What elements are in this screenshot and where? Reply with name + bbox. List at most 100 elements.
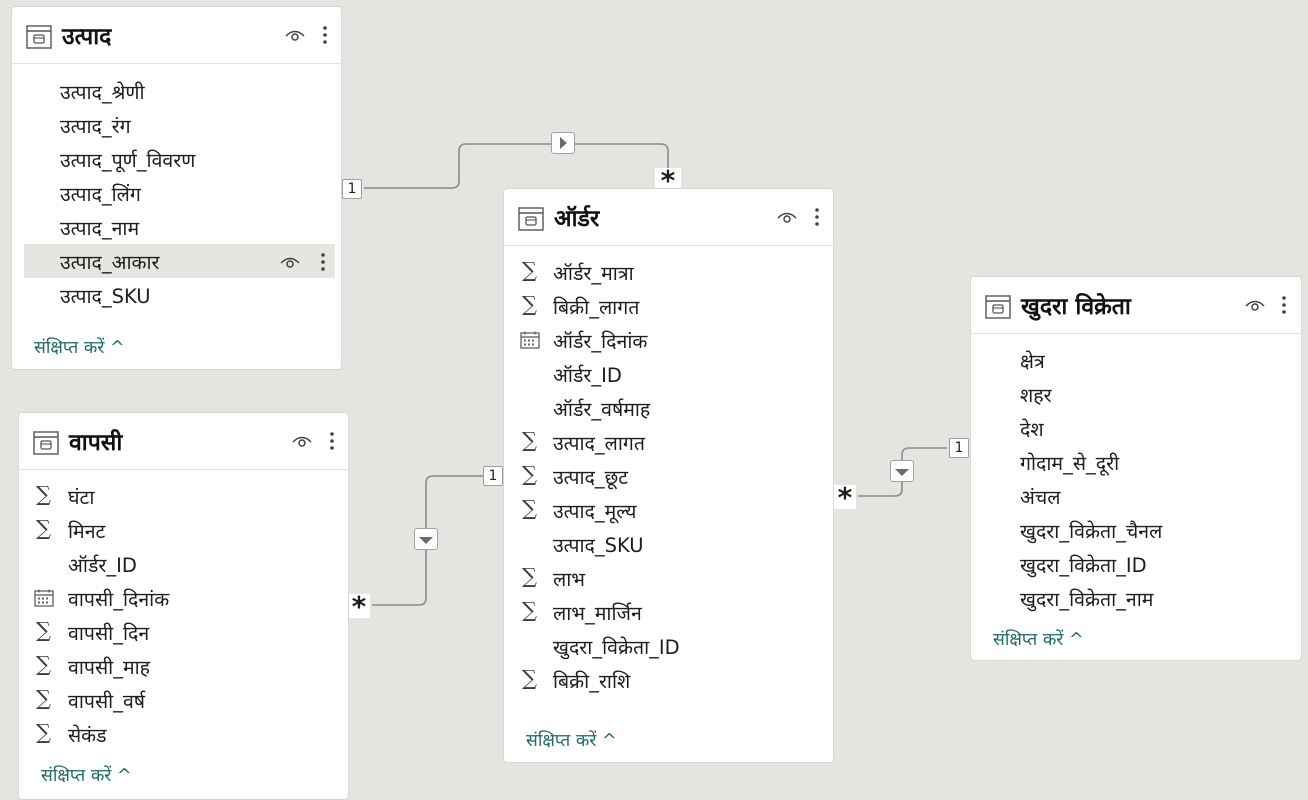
field-label: क्षेत्र [1020,350,1045,373]
field-label: शहर [1020,384,1052,407]
field-label: उत्पाद_आकार [60,251,160,274]
sigma-icon: ∑ [522,292,537,316]
field-row[interactable]: उत्पाद_लिंग [24,176,335,210]
field-label: अंचल [1020,486,1061,509]
table-header[interactable]: उत्पाद [12,7,341,64]
table-card-returns[interactable]: वापसी ∑ घंटा ∑ मिनट ऑर्डर_ID वापसी_दिनांक … [19,413,348,799]
filter-direction-arrow-icon[interactable] [551,132,575,154]
collapse-link[interactable]: संक्षिप्त करें ^ [526,728,617,752]
table-title: ऑर्डर [554,206,600,232]
field-label: खुदरा_विक्रेता_नाम [1020,588,1154,611]
field-row[interactable]: ∑ वापसी_माह [31,649,342,683]
more-options-icon[interactable] [321,23,329,47]
field-label: वापसी_माह [68,656,151,679]
field-row[interactable]: उत्पाद_SKU [516,527,827,561]
filter-direction-down-icon[interactable] [414,528,438,550]
field-row[interactable]: ऑर्डर_ID [516,357,827,391]
field-row[interactable]: ∑ बिक्री_लागत [516,289,827,323]
field-row[interactable]: खुदरा_विक्रेता_ID [516,629,827,663]
field-label: मिनट [68,520,106,543]
field-row[interactable]: ∑ उत्पाद_लागत [516,425,827,459]
field-row[interactable]: ∑ लाभ [516,561,827,595]
field-row[interactable]: ∑ उत्पाद_मूल्य [516,493,827,527]
field-row[interactable]: ∑ घंटा [31,479,342,513]
field-label: उत्पाद_लिंग [60,183,141,206]
filter-direction-down-icon[interactable] [890,460,914,482]
field-row[interactable]: गोदाम_से_दूरी [983,445,1295,479]
field-row[interactable]: देश [983,411,1295,445]
field-label: वापसी_वर्ष [68,690,146,713]
table-card-product[interactable]: उत्पाद उत्पाद_श्रेणी उत्पाद_रंग उत्पाद_प… [12,7,341,369]
field-row[interactable]: ∑ ऑर्डर_मात्रा [516,255,827,289]
table-card-order[interactable]: ऑर्डर ∑ ऑर्डर_मात्रा ∑ बिक्री_लागत ऑर्डर_द… [504,189,833,762]
table-header[interactable]: वापसी [19,413,348,470]
field-row[interactable]: ∑ वापसी_दिन [31,615,342,649]
field-label: उत्पाद_रंग [60,115,131,138]
table-icon [26,25,52,49]
eye-icon[interactable] [279,254,301,270]
field-label: ऑर्डर_दिनांक [553,330,648,353]
field-label: उत्पाद_छूट [553,466,629,489]
field-row[interactable]: उत्पाद_पूर्ण_विवरण [24,142,335,176]
field-label: देश [1020,418,1044,441]
field-label: वापसी_दिनांक [68,588,170,611]
field-row[interactable]: ऑर्डर_ID [31,547,342,581]
more-options-icon[interactable] [1280,293,1288,317]
collapse-link[interactable]: संक्षिप्त करें ^ [34,335,125,359]
field-row[interactable]: उत्पाद_श्रेणी [24,74,335,108]
field-row[interactable]: ऑर्डर_दिनांक [516,323,827,357]
sigma-icon: ∑ [36,618,51,642]
field-row[interactable]: क्षेत्र [983,343,1295,377]
field-row[interactable]: खुदरा_विक्रेता_चैनल [983,513,1295,547]
more-options-icon[interactable] [328,429,336,453]
sigma-icon: ∑ [36,516,51,540]
field-row[interactable]: ऑर्डर_वर्षमाह [516,391,827,425]
eye-icon[interactable] [291,433,313,449]
sigma-icon: ∑ [36,686,51,710]
field-label: सेकंड [68,724,107,747]
field-row[interactable]: ∑ सेकंड [31,717,342,751]
field-row[interactable]: ∑ बिक्री_राशि [516,663,827,697]
field-row[interactable]: खुदरा_विक्रेता_नाम [983,581,1295,615]
field-row[interactable]: अंचल [983,479,1295,513]
sigma-icon: ∑ [522,428,537,452]
collapse-link[interactable]: संक्षिप्त करें ^ [993,627,1084,651]
cardinality-many-returns: * [348,593,370,621]
field-label: खुदरा_विक्रेता_चैनल [1020,520,1163,543]
field-row[interactable]: उत्पाद_SKU [24,278,335,312]
field-row[interactable]: ∑ उत्पाद_छूट [516,459,827,493]
field-label: उत्पाद_श्रेणी [60,81,145,104]
table-header[interactable]: ऑर्डर [504,189,833,246]
field-row[interactable]: शहर [983,377,1295,411]
eye-icon[interactable] [776,209,798,225]
field-label: ऑर्डर_मात्रा [553,262,634,285]
eye-icon[interactable] [284,27,306,43]
field-label: घंटा [68,486,95,509]
model-canvas[interactable]: 1 * 1 * 1 * उत्पाद उत्पाद_श्रेणी उत्पाद_… [0,0,1308,800]
field-row[interactable]: ∑ लाभ_मार्जिन [516,595,827,629]
field-row[interactable]: वापसी_दिनांक [31,581,342,615]
field-row[interactable]: खुदरा_विक्रेता_ID [983,547,1295,581]
eye-icon[interactable] [1244,297,1266,313]
collapse-link[interactable]: संक्षिप्त करें ^ [41,763,132,787]
field-label: बिक्री_लागत [553,296,640,319]
table-card-reseller[interactable]: खुदरा विक्रेता क्षेत्र शहर देश गोदाम_से_… [971,277,1301,660]
field-label: उत्पाद_पूर्ण_विवरण [60,149,196,172]
more-options-icon[interactable] [319,250,327,274]
cardinality-one-order: 1 [483,466,503,486]
field-row[interactable]: ∑ मिनट [31,513,342,547]
more-options-icon[interactable] [813,205,821,229]
table-title: उत्पाद [62,24,112,50]
sigma-icon: ∑ [36,720,51,744]
field-row[interactable]: उत्पाद_रंग [24,108,335,142]
field-row-selected[interactable]: उत्पाद_आकार [24,244,335,278]
table-title: वापसी [69,430,123,456]
field-label: ऑर्डर_वर्षमाह [553,398,651,421]
field-row[interactable]: उत्पाद_नाम [24,210,335,244]
field-label: उत्पाद_लागत [553,432,645,455]
field-label: उत्पाद_SKU [60,285,151,308]
table-header[interactable]: खुदरा विक्रेता [971,277,1301,334]
field-label: लाभ [553,568,585,591]
sigma-icon: ∑ [522,258,537,282]
field-row[interactable]: ∑ वापसी_वर्ष [31,683,342,717]
